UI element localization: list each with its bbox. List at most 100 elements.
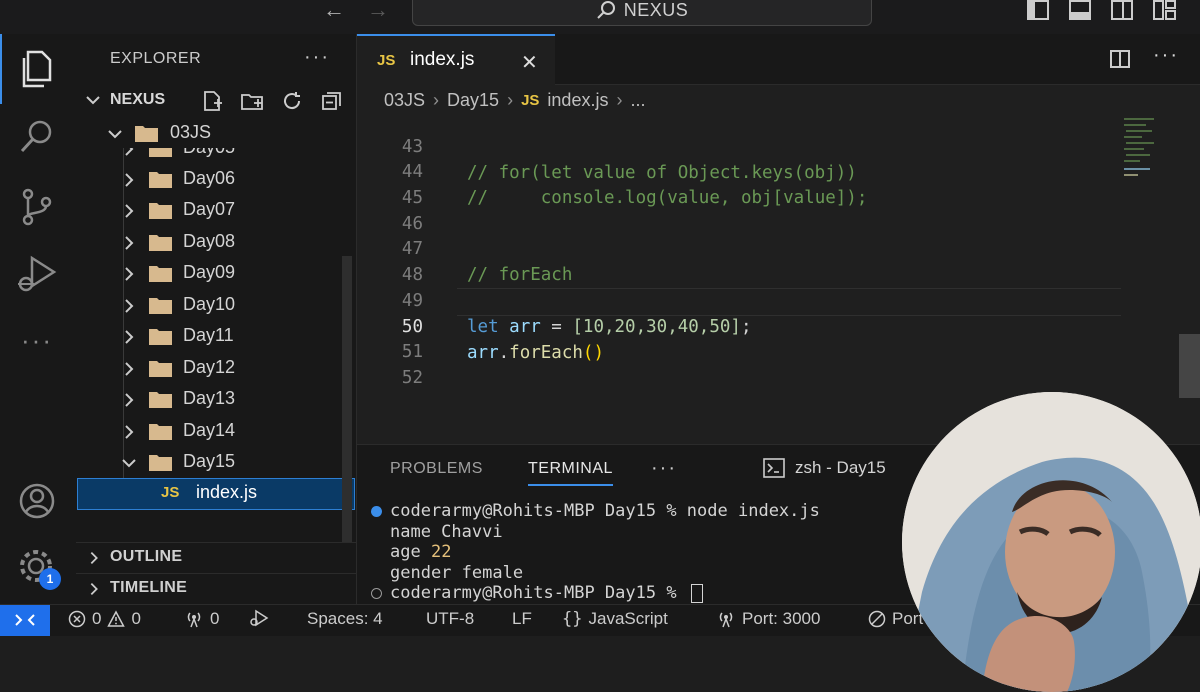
folder-day05[interactable]: Day05 xyxy=(76,148,342,160)
port-status-truncated[interactable]: Port xyxy=(868,609,923,629)
folder-open-icon xyxy=(148,453,174,473)
code-line: 43 // for(let value of Object.keys(obj)) xyxy=(357,114,1200,183)
folder-icon xyxy=(148,327,174,347)
tab-terminal[interactable]: TERMINAL xyxy=(528,460,613,486)
terminal-selector[interactable]: zsh - Day15 xyxy=(763,458,886,478)
arrow-left-icon[interactable]: ← xyxy=(320,0,348,22)
new-folder-icon[interactable] xyxy=(240,89,264,113)
encoding-status[interactable]: UTF-8 xyxy=(426,609,474,629)
chevron-right-icon xyxy=(120,234,138,252)
breadcrumb-item[interactable]: Day15 xyxy=(447,90,499,111)
customize-layout-icon[interactable] xyxy=(1152,0,1178,22)
folder-day12[interactable]: Day12 xyxy=(76,353,356,383)
folder-day06[interactable]: Day06 xyxy=(76,164,356,194)
debug-launch-status[interactable] xyxy=(248,609,270,627)
terminal-cursor xyxy=(690,583,703,603)
explorer-icon[interactable] xyxy=(14,46,60,92)
folder-day08[interactable]: Day08 xyxy=(76,227,356,257)
prompt-idle-icon xyxy=(371,587,382,599)
outline-section[interactable]: OUTLINE xyxy=(76,542,356,571)
tab-index-js[interactable]: JS index.js ✕ xyxy=(357,34,555,85)
folder-day13[interactable]: Day13 xyxy=(76,384,356,414)
folder-day14[interactable]: Day14 xyxy=(76,416,356,446)
search-icon xyxy=(596,0,616,20)
command-center-search[interactable]: NEXUS xyxy=(412,0,872,26)
webcam-overlay xyxy=(902,392,1200,692)
folder-label: Day10 xyxy=(183,294,236,314)
timeline-section[interactable]: TIMELINE xyxy=(76,573,356,602)
folder-label: Day07 xyxy=(183,199,236,219)
tab-label: index.js xyxy=(410,49,475,70)
indentation-status[interactable]: Spaces: 4 xyxy=(307,609,383,629)
error-count: 0 xyxy=(92,609,102,628)
terminal-line: gender female xyxy=(390,563,524,583)
folder-day11[interactable]: Day11 xyxy=(76,321,356,351)
explorer-sidebar: EXPLORER ··· NEXUS 03JS Day06 Day07 Day0… xyxy=(76,34,357,604)
toggle-secondary-sidebar-icon[interactable] xyxy=(1110,0,1136,22)
breadcrumb-item[interactable]: 03JS xyxy=(384,90,425,111)
ports-status[interactable]: 0 xyxy=(184,609,219,629)
collapse-all-icon[interactable] xyxy=(320,89,344,113)
minimap[interactable] xyxy=(1122,114,1182,186)
workspace-root-label: NEXUS xyxy=(110,91,166,108)
close-icon[interactable]: ✕ xyxy=(521,50,538,75)
breadcrumb-item[interactable]: index.js xyxy=(547,90,608,111)
source-control-icon[interactable] xyxy=(14,184,60,230)
active-indicator xyxy=(0,34,2,104)
folder-icon xyxy=(148,233,174,253)
folder-label: Day15 xyxy=(183,451,236,471)
code-line: 46 xyxy=(357,185,1200,234)
toggle-panel-icon[interactable] xyxy=(1068,0,1094,22)
sidebar-scrollbar[interactable] xyxy=(342,256,352,542)
language-mode-status[interactable]: {} JavaScript xyxy=(562,609,668,629)
explorer-more-icon[interactable]: ··· xyxy=(304,46,330,69)
chevron-right-icon: › xyxy=(616,90,623,110)
account-icon[interactable] xyxy=(14,478,60,524)
arrow-right-icon[interactable]: → xyxy=(364,0,392,22)
editor-more-icon[interactable]: ··· xyxy=(1153,44,1179,67)
refresh-icon[interactable] xyxy=(280,89,304,113)
terminal-line: name Chavvi xyxy=(390,522,503,542)
language-label: JavaScript xyxy=(588,609,668,628)
search-icon[interactable] xyxy=(14,114,60,160)
folder-icon xyxy=(148,359,174,379)
terminal-line: age 22 xyxy=(390,542,452,562)
folder-day09[interactable]: Day09 xyxy=(76,258,356,288)
manage-badge: 1 xyxy=(39,568,61,590)
folder-day07[interactable]: Day07 xyxy=(76,195,356,225)
live-server-port-status[interactable]: Port: 3000 xyxy=(716,609,820,629)
run-debug-icon[interactable] xyxy=(14,252,60,298)
folder-icon xyxy=(148,201,174,221)
eol-status[interactable]: LF xyxy=(512,609,532,629)
folder-icon xyxy=(148,170,174,190)
breadcrumb-item[interactable]: ... xyxy=(630,90,645,111)
folder-03js[interactable]: 03JS xyxy=(76,118,356,148)
chevron-right-icon xyxy=(120,171,138,189)
new-file-icon[interactable] xyxy=(200,89,224,113)
folder-day15[interactable]: Day15 xyxy=(76,447,356,477)
folder-day10[interactable]: Day10 xyxy=(76,290,356,320)
folder-icon xyxy=(148,296,174,316)
code-line: 47 // forEach xyxy=(357,210,1200,285)
more-icon[interactable]: ··· xyxy=(14,320,60,366)
line-number: 52 xyxy=(401,368,423,388)
javascript-file-icon: JS xyxy=(377,52,396,69)
chevron-right-icon xyxy=(120,328,138,346)
problems-status[interactable]: 0 0 xyxy=(68,609,141,629)
file-index-js[interactable]: JS index.js xyxy=(77,478,355,510)
panel-more-icon[interactable]: ··· xyxy=(651,457,677,480)
editor-scrollbar[interactable] xyxy=(1179,334,1200,398)
folder-label: Day11 xyxy=(183,325,234,345)
command-success-icon xyxy=(371,505,382,517)
chevron-right-icon: › xyxy=(507,90,514,110)
chevron-right-icon: › xyxy=(433,90,440,110)
split-editor-icon[interactable] xyxy=(1109,48,1131,70)
terminal-line: coderarmy@Rohits-MBP Day15 % node index.… xyxy=(371,501,820,522)
remote-indicator[interactable] xyxy=(0,605,50,636)
tab-problems[interactable]: PROBLEMS xyxy=(390,460,483,478)
folder-icon xyxy=(148,390,174,410)
workspace-root[interactable]: NEXUS xyxy=(76,88,356,114)
toggle-sidebar-icon[interactable] xyxy=(1026,0,1052,22)
braces-icon: {} xyxy=(562,609,583,629)
warning-icon xyxy=(107,610,126,628)
